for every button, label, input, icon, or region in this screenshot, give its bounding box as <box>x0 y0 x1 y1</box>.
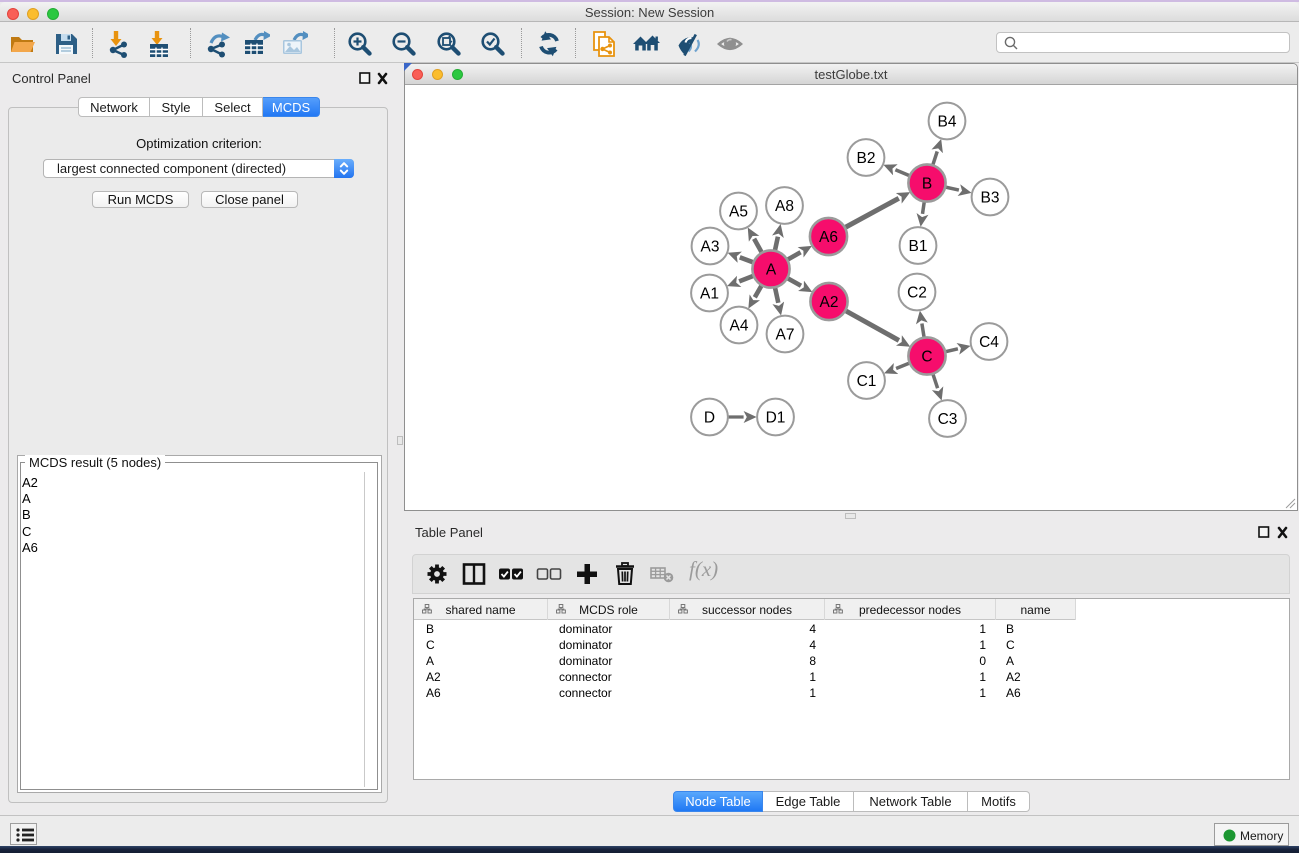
svg-text:B4: B4 <box>938 113 957 130</box>
svg-text:A1: A1 <box>700 285 719 302</box>
svg-text:D: D <box>704 409 715 426</box>
svg-text:B2: B2 <box>857 150 876 167</box>
svg-text:A3: A3 <box>701 238 720 255</box>
svg-text:D1: D1 <box>766 409 786 426</box>
svg-text:B3: B3 <box>981 189 1000 206</box>
svg-text:C4: C4 <box>979 334 999 351</box>
svg-text:B1: B1 <box>909 238 928 255</box>
svg-text:A5: A5 <box>729 203 748 220</box>
svg-text:C3: C3 <box>938 411 958 428</box>
svg-text:C1: C1 <box>857 373 877 390</box>
svg-text:A8: A8 <box>775 198 794 215</box>
svg-text:A: A <box>766 261 777 278</box>
svg-text:C2: C2 <box>907 284 927 301</box>
svg-text:A2: A2 <box>820 294 839 311</box>
svg-text:C: C <box>921 348 932 365</box>
svg-text:B: B <box>922 175 932 192</box>
svg-text:A4: A4 <box>730 317 749 334</box>
svg-text:A6: A6 <box>819 229 838 246</box>
svg-text:A7: A7 <box>776 326 795 343</box>
